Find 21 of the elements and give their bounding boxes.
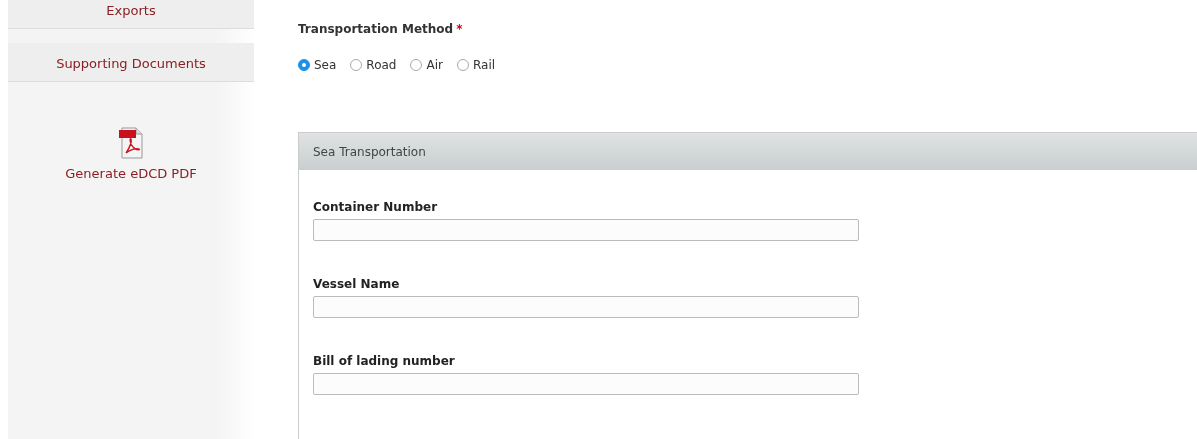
radio-option[interactable]: Air (410, 58, 443, 72)
radio-option[interactable]: Sea (298, 58, 337, 72)
radio-icon[interactable] (456, 59, 469, 71)
radio-option[interactable]: Rail (456, 58, 496, 72)
input-field[interactable] (313, 373, 859, 395)
pdf-file-icon[interactable] (118, 126, 144, 160)
field-label: Bill of lading number (313, 354, 456, 368)
field-label: Transportation Method (298, 22, 454, 36)
sidebar-link[interactable]: Exports (8, 0, 254, 29)
required-mark: * (456, 22, 463, 36)
field-label: Vessel Name (313, 277, 401, 291)
input-field[interactable] (313, 219, 859, 241)
panel-header: Sea Transportation (299, 133, 1197, 170)
field-label: Container Number (313, 200, 439, 214)
radio-option[interactable]: Road (350, 58, 397, 72)
radio-icon[interactable] (350, 59, 363, 71)
sidebar-link[interactable]: Supporting Documents (8, 43, 254, 82)
radio-icon[interactable] (410, 59, 423, 71)
input-field[interactable] (313, 296, 859, 318)
radio-icon[interactable] (298, 59, 310, 71)
generate-pdf-link[interactable]: Generate eDCD PDF (65, 166, 197, 181)
